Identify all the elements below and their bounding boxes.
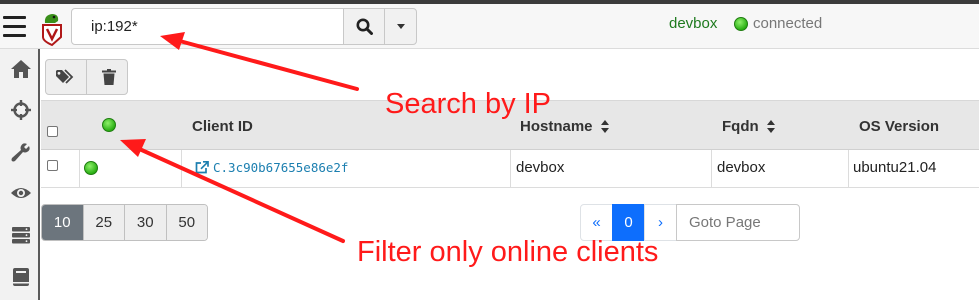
select-all-checkbox[interactable] bbox=[47, 126, 58, 137]
home-icon[interactable] bbox=[10, 58, 32, 80]
online-status-icon bbox=[84, 161, 98, 175]
sort-icon[interactable] bbox=[766, 120, 776, 134]
client-id-text: C.3c90b67655e86e2f bbox=[213, 160, 349, 175]
filter-callout: Filter only online clients bbox=[357, 236, 659, 268]
page-size-50-button[interactable]: 50 bbox=[166, 205, 207, 240]
page-size-selector: 10 25 30 50 bbox=[41, 204, 208, 241]
server-icon[interactable] bbox=[10, 224, 32, 246]
search-options-dropdown[interactable] bbox=[384, 8, 417, 45]
column-header-client-id[interactable]: Client ID bbox=[192, 118, 253, 135]
velociraptor-logo[interactable] bbox=[39, 11, 65, 47]
trash-icon bbox=[101, 69, 116, 85]
top-navbar: devbox connected bbox=[0, 4, 979, 49]
column-header-fqdn-label: Fqdn bbox=[722, 118, 759, 135]
search-button[interactable] bbox=[343, 8, 385, 45]
crosshairs-icon[interactable] bbox=[10, 99, 32, 121]
table-row[interactable]: C.3c90b67655e86e2f devbox devbox ubuntu2… bbox=[41, 150, 979, 188]
column-header-os-version[interactable]: OS Version bbox=[859, 118, 939, 135]
caret-down-icon bbox=[396, 24, 405, 29]
column-header-fqdn[interactable]: Fqdn bbox=[722, 118, 776, 135]
page-size-25-button[interactable]: 25 bbox=[83, 205, 125, 240]
search-input[interactable] bbox=[71, 8, 344, 45]
connection-status-icon bbox=[734, 17, 748, 31]
connection-status: connected bbox=[753, 15, 823, 32]
goto-page-input[interactable] bbox=[676, 204, 800, 241]
book-icon[interactable] bbox=[10, 266, 32, 288]
row-checkbox[interactable] bbox=[47, 160, 58, 171]
page-size-10-button[interactable]: 10 bbox=[42, 205, 84, 240]
fqdn-cell: devbox bbox=[717, 159, 766, 176]
search-icon bbox=[356, 18, 373, 35]
hamburger-menu-icon[interactable] bbox=[3, 16, 26, 38]
client-id-link[interactable]: C.3c90b67655e86e2f bbox=[195, 160, 348, 175]
username: devbox bbox=[669, 15, 718, 32]
client-toolbar bbox=[45, 59, 128, 95]
wrench-icon[interactable] bbox=[10, 141, 32, 163]
sort-icon[interactable] bbox=[600, 120, 610, 134]
label-clients-button[interactable] bbox=[46, 60, 87, 94]
page-size-30-button[interactable]: 30 bbox=[125, 205, 167, 240]
os-version-cell: ubuntu21.04 bbox=[853, 159, 937, 176]
external-link-icon bbox=[195, 161, 209, 174]
hostname-cell: devbox bbox=[516, 159, 565, 176]
tags-icon bbox=[56, 69, 74, 84]
delete-clients-button[interactable] bbox=[88, 60, 129, 94]
search-callout: Search by IP bbox=[385, 88, 552, 120]
online-filter-icon[interactable] bbox=[102, 118, 116, 132]
sidebar bbox=[0, 49, 40, 300]
eye-icon[interactable] bbox=[10, 182, 32, 204]
